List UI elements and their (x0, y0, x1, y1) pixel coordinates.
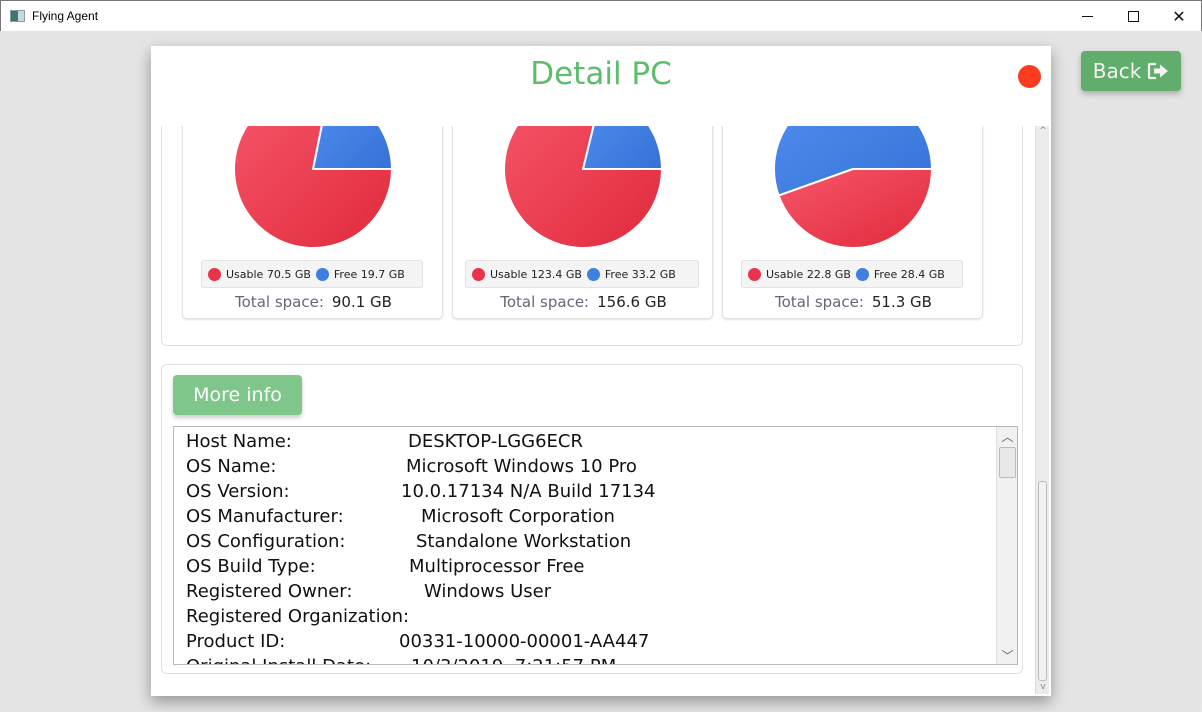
legend-label: Free 28.4 GB (873, 267, 945, 281)
info-row: OS Version: 10.0.17134 N/A Build 17134 (186, 481, 986, 506)
status-indicator-dot[interactable] (1018, 65, 1041, 88)
scrollbar-thumb[interactable] (999, 447, 1016, 478)
info-label: OS Build Type: (186, 556, 316, 577)
pie-slice-free (581, 126, 664, 170)
total-space-value: 90.1 GB (331, 293, 392, 311)
info-label: OS Configuration: (186, 531, 346, 552)
info-value: 00331-10000-00001-AA447 (399, 631, 650, 652)
pie-legend: Usable 70.5 GB Free 19.7 GB (201, 260, 423, 288)
close-button[interactable]: ✕ (1156, 1, 1202, 32)
info-row: Product ID: 00331-10000-00001-AA447 (186, 631, 986, 656)
info-label: OS Manufacturer: (186, 506, 344, 527)
total-space: Total space: 51.3 GB (723, 293, 984, 311)
info-row: Registered Owner: Windows User (186, 581, 986, 606)
disk-card: Usable 70.5 GB Free 19.7 GB Total space: 90… (182, 126, 443, 319)
info-label: Host Name: (186, 431, 292, 452)
window-title: Flying Agent (32, 9, 99, 23)
minimize-button[interactable] (1064, 1, 1110, 32)
sign-out-arrow-icon (1148, 62, 1169, 80)
info-row: OS Build Type: Multiprocessor Free (186, 556, 986, 581)
more-info-button[interactable]: More info (173, 375, 302, 415)
back-button[interactable]: Back (1081, 51, 1181, 91)
app-icon (10, 10, 25, 22)
info-label: Original Install Date: (186, 656, 371, 664)
dialog-scrollbar[interactable]: ^ v (1035, 126, 1049, 694)
legend-item-usable: Usable 22.8 GB (748, 267, 851, 281)
scrollbar-thumb[interactable] (1038, 481, 1047, 681)
textbox-scrollbar[interactable]: ︿ ﹀ (996, 427, 1017, 664)
pie-chart (503, 126, 664, 249)
info-value: Microsoft Windows 10 Pro (406, 456, 637, 477)
info-label: OS Version: (186, 481, 290, 502)
legend-label: Usable 22.8 GB (766, 267, 851, 281)
total-space-label: Total space: (235, 293, 324, 311)
legend-item-usable: Usable 70.5 GB (208, 267, 311, 281)
disk-card: Usable 22.8 GB Free 28.4 GB Total space: 51… (722, 126, 983, 319)
total-space: Total space: 156.6 GB (453, 293, 714, 311)
dialog-title: Detail PC (530, 56, 672, 92)
info-value: Windows User (424, 581, 552, 602)
legend-marker-icon (855, 267, 869, 281)
maximize-icon (1127, 11, 1139, 22)
legend-item-free: Free 33.2 GB (586, 267, 676, 281)
total-space: Total space: 90.1 GB (183, 293, 444, 311)
info-label: Registered Owner: (186, 581, 353, 602)
pie-chart (233, 126, 394, 249)
total-space-label: Total space: (500, 293, 590, 311)
info-value: Standalone Workstation (416, 531, 632, 552)
info-row: OS Configuration: Standalone Workstation (186, 531, 986, 556)
scroll-up-icon[interactable]: ︿ (997, 427, 1017, 445)
legend-marker-icon (208, 267, 221, 281)
info-value: Microsoft Corporation (421, 506, 615, 527)
info-value: 10/3/2019, 7:21:57 PM (411, 656, 616, 664)
legend-label: Free 19.7 GB (333, 267, 405, 281)
info-label: Registered Organization: (186, 606, 410, 627)
info-row: Host Name: DESKTOP-LGG6ECR (186, 431, 986, 456)
detail-pc-dialog: Detail PC Usable 70.5 GB Free 19.7 GB Tota… (151, 46, 1051, 696)
info-value: 10.0.17134 N/A Build 17134 (401, 481, 656, 502)
legend-marker-icon (586, 267, 600, 281)
dialog-scroll-area: Usable 70.5 GB Free 19.7 GB Total space: 90… (151, 126, 1051, 696)
disk-card: Usable 123.4 GB Free 33.2 GB Total space: 1… (452, 126, 713, 319)
info-value: Multiprocessor Free (409, 556, 585, 577)
legend-marker-icon (472, 267, 485, 281)
info-row: OS Manufacturer: Microsoft Corporation (186, 506, 986, 531)
legend-label: Free 33.2 GB (604, 267, 676, 281)
back-label: Back (1092, 59, 1142, 83)
info-label: OS Name: (186, 456, 277, 477)
info-value: DESKTOP-LGG6ECR (408, 431, 584, 452)
info-row: OS Name: Microsoft Windows 10 Pro (186, 456, 986, 481)
legend-marker-icon (748, 267, 761, 281)
close-icon: ✕ (1172, 7, 1186, 26)
total-space-label: Total space: (775, 293, 864, 311)
minimize-icon (1081, 16, 1093, 17)
scroll-up-icon[interactable]: ^ (1036, 126, 1050, 138)
pie-legend: Usable 22.8 GB Free 28.4 GB (741, 260, 963, 288)
legend-label: Usable 70.5 GB (226, 267, 311, 281)
scroll-down-icon[interactable]: v (1036, 682, 1050, 694)
disk-usage-panel: Usable 70.5 GB Free 19.7 GB Total space: 90… (161, 126, 1023, 346)
system-info-textbox[interactable]: Host Name: DESKTOP-LGG6ECR OS Name: Microso… (173, 426, 1018, 665)
scroll-down-icon[interactable]: ﹀ (997, 646, 1017, 664)
legend-label: Usable 123.4 GB (490, 267, 582, 281)
total-space-value: 156.6 GB (597, 293, 667, 311)
legend-item-usable: Usable 123.4 GB (472, 267, 582, 281)
info-label: Product ID: (186, 631, 286, 652)
pie-slice-free (311, 126, 394, 170)
maximize-button[interactable] (1110, 1, 1156, 32)
more-info-panel: More info Host Name: DESKTOP-LGG6ECR OS Na… (161, 364, 1023, 674)
pie-legend: Usable 123.4 GB Free 33.2 GB (465, 260, 699, 288)
legend-item-free: Free 28.4 GB (855, 267, 945, 281)
window-titlebar: Flying Agent ✕ (0, 0, 1202, 31)
total-space-value: 51.3 GB (871, 293, 932, 311)
info-row: Registered Organization: (186, 606, 986, 631)
legend-item-free: Free 19.7 GB (315, 267, 405, 281)
pie-chart (773, 126, 934, 249)
legend-marker-icon (315, 267, 329, 281)
info-row: Original Install Date: 10/3/2019, 7:21:57… (186, 656, 986, 664)
